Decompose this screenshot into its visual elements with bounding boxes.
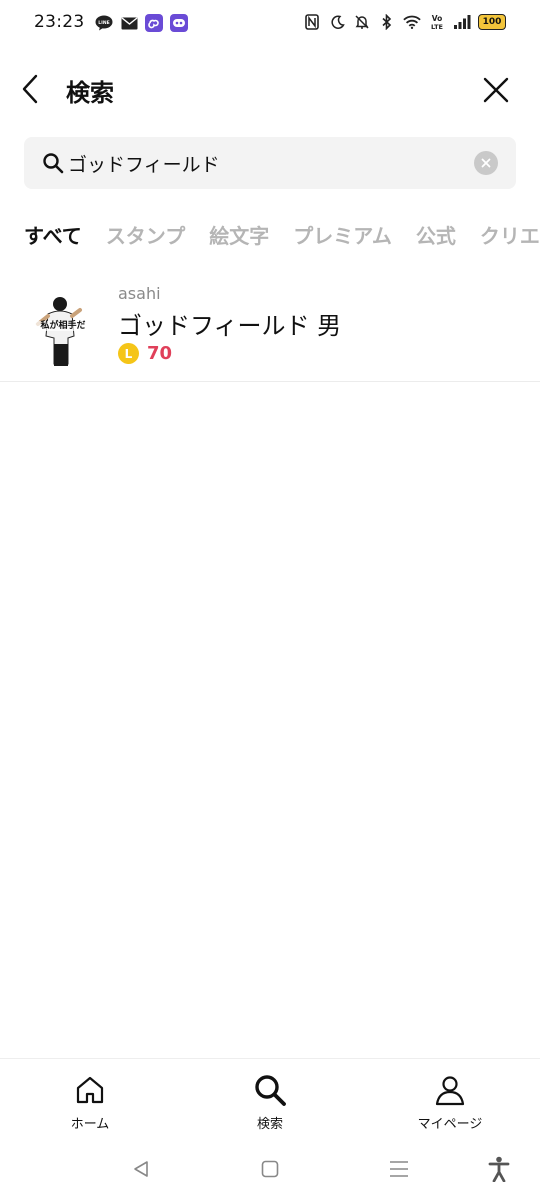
nav-mypage[interactable]: マイページ	[390, 1073, 510, 1132]
price-value: 70	[147, 343, 173, 364]
tab-premium[interactable]: プレミアム	[293, 220, 392, 256]
nav-search-label: 検索	[256, 1117, 283, 1132]
search-nav-icon	[255, 1075, 286, 1106]
system-status-icons: Vo LTE 100	[303, 13, 506, 31]
result-price: L 70	[118, 343, 172, 364]
line-app-icon: LINE	[95, 14, 113, 32]
tab-all[interactable]: すべて	[24, 220, 82, 256]
coin-icon: L	[118, 343, 139, 364]
system-home-button[interactable]	[255, 1154, 285, 1184]
wifi-icon	[403, 13, 421, 31]
sticker-thumbnail: 私が相手だ	[32, 288, 94, 368]
accessibility-button[interactable]	[484, 1154, 514, 1184]
close-icon	[483, 77, 509, 103]
moon-icon	[328, 13, 346, 31]
result-author: asahi	[118, 284, 161, 303]
person-icon	[435, 1076, 465, 1106]
svg-text:LINE: LINE	[98, 20, 109, 26]
tab-creators[interactable]: クリエ	[480, 220, 540, 256]
bottom-navigation: ホーム 検索 マイページ	[0, 1058, 540, 1139]
battery-icon: 100	[478, 14, 506, 30]
svg-text:Vo: Vo	[432, 14, 443, 23]
system-navigation	[0, 1140, 540, 1200]
sticker-caption: 私が相手だ	[40, 321, 86, 331]
search-icon	[43, 153, 64, 174]
tab-emoji[interactable]: 絵文字	[209, 220, 269, 256]
page-title: 検索	[66, 79, 114, 107]
nav-search[interactable]: 検索	[210, 1073, 330, 1132]
close-button[interactable]	[480, 74, 512, 106]
menu-lines-icon	[390, 1161, 408, 1177]
volte-icon: Vo LTE	[428, 13, 446, 31]
mute-icon	[353, 13, 371, 31]
tab-stamps[interactable]: スタンプ	[106, 220, 185, 256]
clear-search-button[interactable]	[474, 151, 498, 175]
nav-mypage-label: マイページ	[417, 1117, 483, 1132]
triangle-back-icon	[134, 1161, 148, 1177]
square-home-icon	[261, 1160, 279, 1178]
status-time: 23:23	[34, 12, 85, 32]
clear-icon	[481, 158, 491, 168]
result-title: ゴッドフィールド 男	[118, 312, 342, 340]
chevron-left-icon	[22, 74, 38, 104]
home-icon	[76, 1076, 104, 1104]
mail-icon	[120, 14, 138, 32]
notification-icons: LINE	[95, 14, 188, 32]
back-button[interactable]	[14, 70, 46, 108]
link-app-icon	[145, 14, 163, 32]
nav-home[interactable]: ホーム	[30, 1073, 150, 1132]
tab-official[interactable]: 公式	[416, 220, 456, 256]
system-back-button[interactable]	[126, 1154, 156, 1184]
app-header: 検索	[0, 60, 540, 120]
nav-home-label: ホーム	[70, 1117, 110, 1132]
search-result-item[interactable]: 私が相手だ asahi ゴッドフィールド 男 L 70	[0, 276, 540, 382]
accessibility-icon	[488, 1156, 510, 1182]
nfc-icon	[303, 13, 321, 31]
system-recents-button[interactable]	[384, 1154, 414, 1184]
svg-text:LTE: LTE	[431, 23, 443, 31]
status-bar: 23:23 LINE Vo LTE 100	[0, 0, 540, 48]
chat-app-icon	[170, 14, 188, 32]
bluetooth-icon	[378, 13, 396, 31]
signal-icon	[453, 13, 471, 31]
category-tabs: すべて スタンプ 絵文字 プレミアム 公式 クリエ	[24, 220, 540, 256]
search-input[interactable]	[68, 147, 468, 179]
search-bar	[24, 137, 516, 189]
